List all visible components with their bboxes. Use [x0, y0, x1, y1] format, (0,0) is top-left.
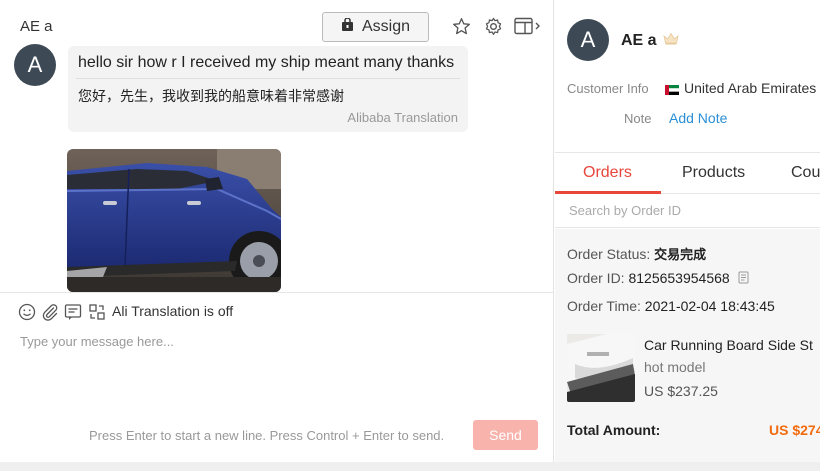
product-title[interactable]: Car Running Board Side St — [644, 337, 813, 353]
lock-bag-icon — [341, 16, 354, 37]
chat-header: AE a Assign — [0, 0, 553, 52]
add-note-link[interactable]: Add Note — [669, 110, 727, 126]
bottom-strip — [0, 462, 820, 471]
sender-avatar[interactable]: A — [14, 44, 56, 86]
order-search-input[interactable] — [555, 194, 820, 228]
copy-icon[interactable] — [738, 271, 749, 287]
uae-flag-icon — [665, 82, 679, 95]
order-time-row: Order Time: 2021-02-04 18:43:45 — [567, 298, 775, 314]
assign-label: Assign — [361, 18, 411, 35]
order-id-value: 8125653954568 — [628, 270, 730, 286]
order-time-label: Order Time: — [567, 298, 641, 314]
order-card: Order Status: 交易完成 Order ID: 81256539545… — [555, 229, 820, 462]
message-input[interactable] — [20, 334, 530, 414]
product-price: US $237.25 — [644, 383, 718, 399]
send-button[interactable]: Send — [473, 420, 538, 450]
customer-country: United Arab Emirates — [684, 80, 817, 96]
product-thumbnail[interactable] — [567, 334, 635, 402]
message-divider — [76, 78, 460, 79]
translate-icon[interactable] — [88, 303, 106, 321]
total-amount-value: US $274 — [769, 422, 820, 438]
message-text: hello sir how r I received my ship meant… — [78, 54, 455, 71]
customer-tabs: Orders Products Cou — [555, 152, 820, 194]
note-label: Note — [624, 111, 652, 126]
tab-products[interactable]: Products — [682, 164, 745, 182]
total-amount-label: Total Amount: — [567, 422, 661, 438]
composer-toolbar: Ali Translation is off — [0, 292, 553, 328]
panel-toggle-icon[interactable] — [514, 16, 542, 36]
star-icon[interactable] — [451, 16, 471, 36]
send-hint: Press Enter to start a new line. Press C… — [89, 428, 445, 443]
crown-icon — [662, 32, 679, 50]
translation-status[interactable]: Ali Translation is off — [112, 303, 233, 319]
customer-pane: A AE a Customer Info United Arab Emirate… — [555, 0, 820, 462]
customer-avatar: A — [567, 19, 609, 61]
order-id-label: Order ID: — [567, 270, 625, 286]
chat-pane: AE a Assign A hello sir how r I received… — [0, 0, 554, 471]
message-photo[interactable] — [67, 149, 281, 292]
tab-orders[interactable]: Orders — [583, 164, 632, 182]
translation-source: Alibaba Translation — [347, 110, 458, 125]
order-status-row: Order Status: 交易完成 — [567, 244, 706, 263]
product-subtitle: hot model — [644, 359, 706, 375]
customer-info-label: Customer Info — [567, 81, 649, 96]
paperclip-icon[interactable] — [41, 303, 59, 321]
order-status-label: Order Status: — [567, 246, 651, 262]
customer-name: AE a — [621, 32, 657, 49]
order-time-value: 2021-02-04 18:43:45 — [644, 298, 775, 314]
tab-coupons[interactable]: Cou — [791, 164, 820, 182]
message-bubble: hello sir how r I received my ship meant… — [68, 46, 468, 132]
assign-button[interactable]: Assign — [322, 12, 429, 42]
gear-icon[interactable] — [483, 16, 503, 36]
contact-name: AE a — [20, 18, 53, 35]
order-status-value: 交易完成 — [654, 248, 707, 263]
quick-reply-icon[interactable] — [64, 303, 82, 321]
order-id-row: Order ID: 8125653954568 — [567, 270, 749, 287]
emoji-icon[interactable] — [18, 303, 36, 321]
customer-name-row: AE a — [621, 32, 679, 50]
message-translation: 您好，先生，我收到我的船意味着非常感谢 — [78, 89, 344, 105]
